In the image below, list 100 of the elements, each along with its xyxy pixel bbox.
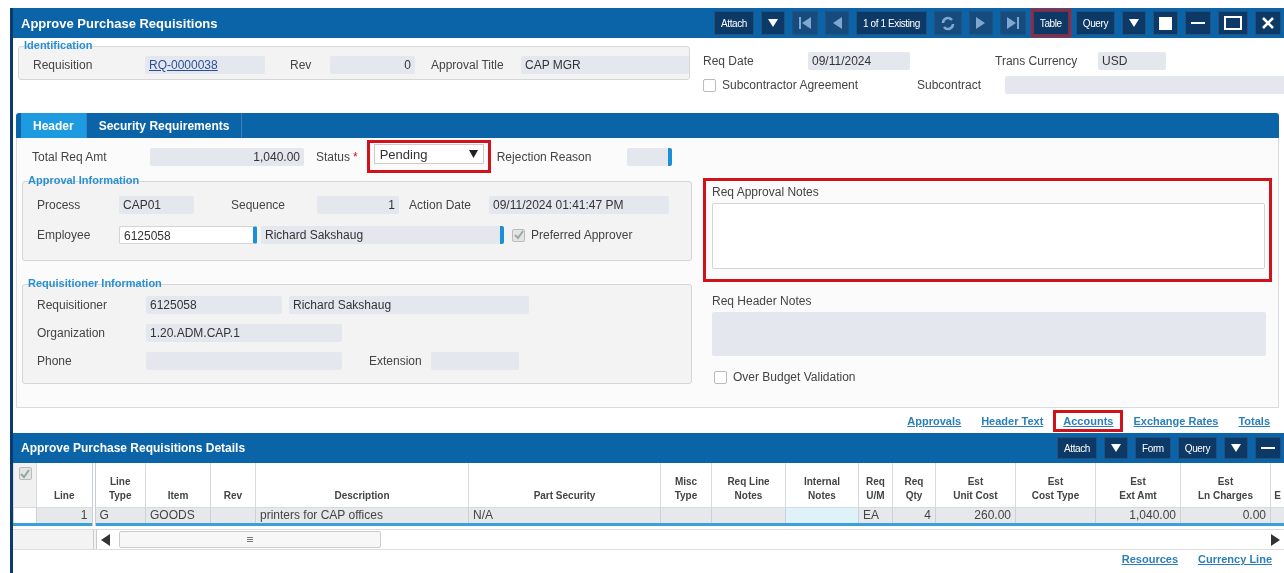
minimize-icon [1261, 447, 1275, 449]
text-field[interactable]: 6125058 [119, 226, 257, 244]
text-field[interactable]: 1 [317, 196, 399, 214]
text-field[interactable]: 6125058 [146, 296, 282, 314]
text-field[interactable]: Richard Sakshaug [289, 296, 529, 314]
caret-icon [1230, 442, 1242, 454]
column-header[interactable]: Line [53, 489, 75, 503]
toolbar-button[interactable]: Query [1075, 11, 1115, 35]
minimize-button[interactable] [1185, 11, 1211, 35]
scroll-left-icon [101, 533, 111, 546]
caret-icon [1128, 17, 1140, 29]
field-label: Process [37, 198, 82, 212]
square-button[interactable] [1153, 11, 1178, 35]
field-label: Extension [369, 354, 423, 368]
text-field[interactable]: RQ-0000038 [145, 56, 265, 74]
field-label: Subcontractor Agreement [722, 78, 860, 92]
field-label: Organization [37, 326, 107, 340]
window-title: Approve Purchase Requisitions [21, 15, 218, 31]
field-label: Rejection Reason [496, 149, 593, 164]
minimize-icon [1191, 22, 1205, 24]
column-header[interactable]: Rev [223, 489, 243, 503]
required-mark: * [353, 149, 358, 164]
field-label: Requisitioner [37, 298, 109, 312]
caret-icon [767, 17, 779, 29]
table-cell: N/A [473, 508, 493, 522]
link[interactable]: Accounts [1063, 414, 1114, 427]
link[interactable]: Approvals [907, 414, 962, 427]
field-label: Over Budget Validation [733, 370, 856, 384]
link[interactable]: Header Text [981, 414, 1044, 427]
field-label: Rev [290, 58, 313, 72]
minimize-button[interactable] [1255, 437, 1281, 459]
select-all-checkbox[interactable] [18, 467, 32, 480]
scroll-thumb[interactable] [119, 531, 381, 548]
group-legend: Requisitioner Information [28, 278, 701, 289]
toolbar-button[interactable]: Table [1032, 11, 1069, 35]
group-legend: Approval Information [28, 175, 701, 186]
field-label: Sequence [231, 198, 287, 212]
checkbox[interactable] [703, 78, 716, 92]
field-label: Req Approval Notes [712, 185, 820, 199]
text-field[interactable]: 1.20.ADM.CAP.1 [146, 324, 342, 342]
last-record-icon [1005, 16, 1020, 30]
checkbox[interactable] [714, 370, 727, 384]
link[interactable]: Totals [1238, 414, 1270, 427]
toolbar-button[interactable]: Attach [714, 11, 754, 35]
field-label: Requisition [33, 58, 94, 72]
text-field[interactable]: 09/11/2024 [808, 52, 910, 70]
text-field[interactable]: CAP MGR [521, 56, 689, 74]
caret-button[interactable] [761, 11, 785, 35]
caret-button[interactable] [1104, 437, 1129, 459]
column-header[interactable]: Description [334, 489, 390, 503]
field-label: Subcontract [917, 78, 983, 92]
record-counter: 1 of 1 Existing [856, 11, 927, 35]
maximize-button[interactable] [1218, 11, 1248, 35]
field-label: Phone [37, 354, 73, 368]
text-field[interactable]: 1,040.00 [150, 147, 304, 166]
requisition-link[interactable]: RQ-0000038 [149, 58, 218, 72]
close-icon [1261, 16, 1275, 30]
section-title: Approve Purchase Requisitions Details [21, 441, 246, 455]
next-icon [974, 16, 987, 30]
square-icon [1159, 16, 1172, 30]
notes-field[interactable] [712, 203, 1265, 269]
text-field[interactable]: 09/11/2024 01:41:47 PM [489, 196, 669, 214]
caret-button[interactable] [1224, 437, 1248, 459]
column-header[interactable]: Part Security [533, 489, 596, 503]
maximize-icon [1224, 16, 1242, 30]
field-label: Employee [37, 228, 92, 242]
table-cell: 0.00 [1242, 508, 1266, 522]
field-label: Trans Currency [995, 54, 1079, 68]
text-field[interactable]: CAP01 [119, 196, 194, 214]
toolbar-button[interactable]: Attach [1057, 437, 1098, 459]
scroll-right-icon [1270, 533, 1280, 546]
text-field[interactable] [1005, 76, 1284, 94]
toolbar-button[interactable]: Form [1135, 437, 1171, 459]
field-label: Req Header Notes [712, 294, 813, 308]
grip-icon [247, 537, 253, 542]
text-field[interactable]: USD [1098, 52, 1166, 70]
table-cell: G [99, 508, 109, 522]
group-legend: Identification [24, 40, 690, 51]
column-header[interactable]: E [1274, 489, 1281, 503]
previous-icon [831, 16, 843, 30]
toolbar-button[interactable]: Query [1177, 437, 1217, 459]
field-label: Req Date [703, 54, 755, 68]
table-cell: 1 [80, 508, 88, 522]
caret-button[interactable] [1122, 11, 1146, 35]
text-field[interactable]: 0 [330, 56, 415, 74]
caret-icon [1110, 442, 1123, 454]
text-field[interactable] [626, 147, 672, 166]
field-label: Status [316, 149, 351, 164]
text-field[interactable]: Richard Sakshaug [261, 226, 504, 244]
link[interactable]: Currency Line [1198, 553, 1272, 565]
field-label: Action Date [409, 198, 473, 212]
status-dropdown[interactable]: Pending [373, 144, 484, 164]
link[interactable]: Resources [1121, 553, 1179, 565]
close-button[interactable] [1255, 11, 1281, 35]
caret-icon [468, 150, 478, 158]
table-cell: GOODS [150, 508, 195, 522]
table-cell: 260.00 [974, 508, 1011, 522]
link[interactable]: Exchange Rates [1133, 414, 1219, 427]
column-header[interactable]: Item [167, 489, 189, 503]
field-label: Approval Title [431, 58, 505, 72]
